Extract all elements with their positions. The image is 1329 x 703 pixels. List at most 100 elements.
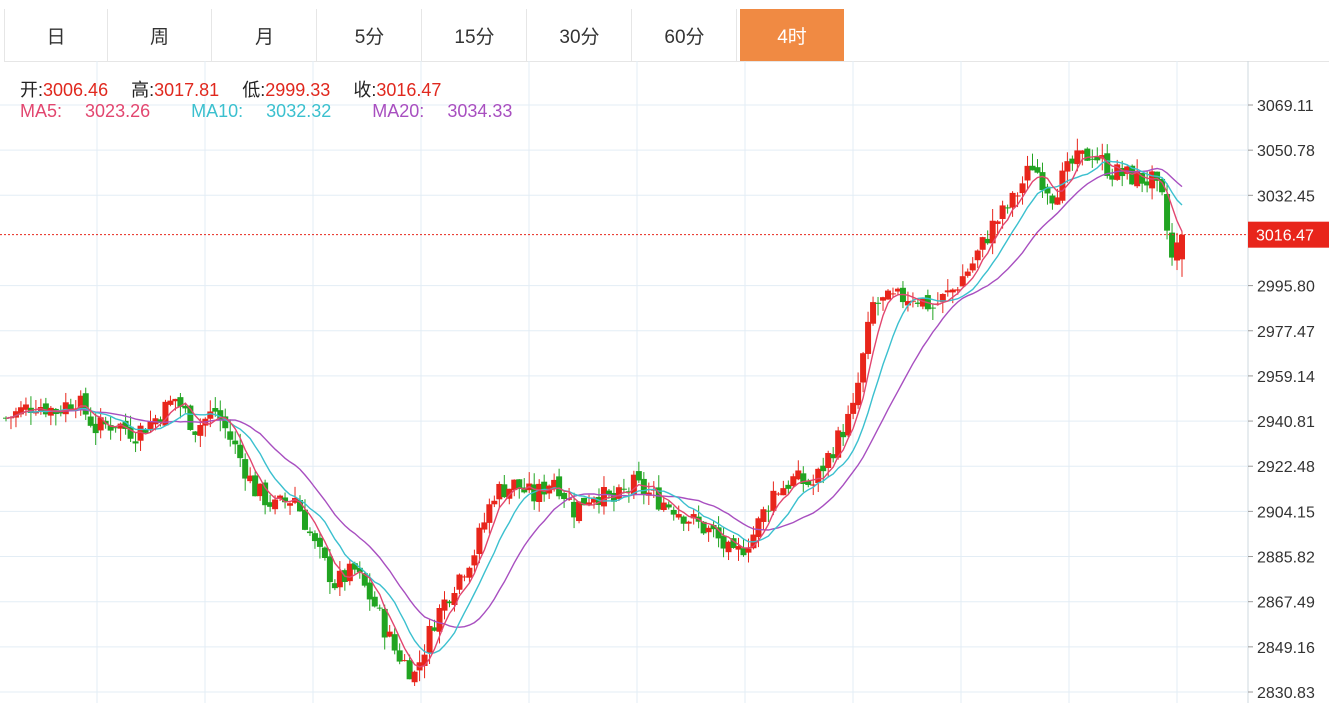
y-tick-label: 2922.48	[1257, 459, 1315, 476]
high-value: 3017.81	[154, 80, 220, 100]
tab-5min[interactable]: 5分	[318, 9, 422, 61]
candle-body	[326, 556, 333, 583]
candle-body	[441, 599, 448, 611]
tab-15min[interactable]: 15分	[423, 9, 527, 61]
candle-body	[486, 504, 493, 523]
ma10-label: MA10:	[191, 101, 244, 121]
close-label: 收:	[353, 80, 377, 100]
candle-body	[889, 293, 896, 295]
candle-body	[685, 521, 692, 524]
y-tick-label: 2977.47	[1257, 324, 1315, 341]
candle-body	[670, 509, 677, 515]
candle-body	[865, 321, 872, 354]
candle-body	[860, 353, 867, 383]
ma5-label: MA5:	[20, 101, 63, 121]
candle-body	[316, 537, 323, 547]
candle-body	[1014, 195, 1021, 197]
ma20-value: 3034.33	[447, 101, 513, 121]
candle-body	[1034, 167, 1041, 173]
candle-body	[197, 425, 204, 436]
candle-body	[167, 400, 174, 405]
ma20-readout: MA20: 3034.33	[372, 101, 530, 121]
y-tick-label: 2959.14	[1257, 369, 1315, 386]
candle-body	[974, 250, 981, 261]
period-tabs: 日 周 月 5分 15分 30分 60分 4时	[4, 9, 1329, 62]
candle-body	[870, 302, 877, 324]
candle-body	[929, 307, 936, 309]
candle-body	[476, 527, 483, 555]
candle-body	[969, 263, 976, 271]
close-value: 3016.47	[376, 80, 442, 100]
y-tick-label: 2885.82	[1257, 550, 1315, 567]
candle-body	[132, 441, 139, 444]
candle-body	[376, 607, 383, 609]
open-label: 开:	[20, 80, 44, 100]
candle-body	[421, 654, 428, 666]
ma5-line	[5, 155, 1183, 668]
candle-body	[745, 548, 752, 553]
candle-body	[82, 393, 89, 415]
ma10-readout: MA10: 3032.32	[191, 101, 349, 121]
candle-body	[1009, 192, 1016, 208]
candle-body	[232, 440, 239, 445]
y-tick-label: 2904.15	[1257, 504, 1315, 521]
y-tick-label: 3069.11	[1257, 98, 1314, 115]
candle-body	[875, 302, 882, 304]
candle-body	[855, 382, 862, 406]
ma5-value: 3023.26	[85, 101, 151, 121]
candle-body	[301, 509, 308, 530]
tab-30min[interactable]: 30分	[528, 9, 632, 61]
candle-body	[600, 487, 607, 507]
y-tick-label: 2940.81	[1257, 414, 1315, 431]
ma20-label: MA20:	[372, 101, 425, 121]
candle-body	[561, 492, 568, 500]
tab-day[interactable]: 日	[4, 9, 108, 61]
tab-4hour[interactable]: 4时	[740, 9, 844, 61]
y-tick-label: 2830.83	[1257, 685, 1315, 702]
ma10-value: 3032.32	[266, 101, 332, 121]
candle-body	[885, 290, 891, 300]
tab-week[interactable]: 周	[108, 9, 212, 61]
candle-body	[471, 555, 478, 566]
high-label: 高:	[131, 80, 155, 100]
candle-body	[1179, 234, 1185, 260]
tab-month[interactable]: 月	[213, 9, 317, 61]
ma5-readout: MA5: 3023.26	[20, 101, 168, 121]
y-tick-label: 2849.16	[1257, 640, 1315, 657]
tab-60min[interactable]: 60分	[633, 9, 737, 61]
candle-body	[994, 221, 1001, 224]
candle-body	[207, 411, 214, 419]
open-value: 3006.46	[43, 80, 109, 100]
candle-body	[306, 531, 313, 534]
candle-body	[391, 634, 398, 651]
candle-body	[845, 413, 852, 436]
candle-body	[436, 608, 443, 632]
candle-body	[262, 482, 269, 506]
candle-body	[371, 596, 378, 607]
candle-body	[396, 650, 403, 662]
y-tick-label: 3050.78	[1257, 143, 1315, 160]
ma-readout: MA5: 3023.26 MA10: 3032.32 MA20: 3034.33	[20, 101, 548, 122]
candle-body	[411, 671, 418, 683]
y-tick-label: 3032.45	[1257, 188, 1315, 205]
candle-body	[665, 504, 672, 508]
last-price-label: 3016.47	[1256, 228, 1314, 245]
candle-body	[272, 499, 279, 510]
candle-body	[287, 503, 294, 506]
candle-body	[491, 500, 498, 505]
y-tick-label: 2867.49	[1257, 595, 1315, 612]
low-label: 低:	[242, 80, 266, 100]
candle-body	[1019, 183, 1026, 194]
candle-body	[964, 271, 971, 276]
candlestick-chart[interactable]: 3069.11 3050.78 3032.45 2995.80 2977.47 2959.…	[0, 61, 1329, 703]
candle-body	[959, 276, 966, 287]
candle-body	[466, 567, 473, 578]
candle-body	[481, 522, 488, 530]
ohlc-readout: 开:3006.46 高:3017.81 低:2999.33 收:3016.47	[20, 76, 441, 102]
low-value: 2999.33	[265, 80, 331, 100]
candle-body	[237, 444, 244, 459]
candle-body	[780, 488, 787, 496]
candle-body	[227, 431, 234, 440]
candle-body	[620, 488, 627, 490]
y-tick-label: 2995.80	[1257, 279, 1315, 296]
